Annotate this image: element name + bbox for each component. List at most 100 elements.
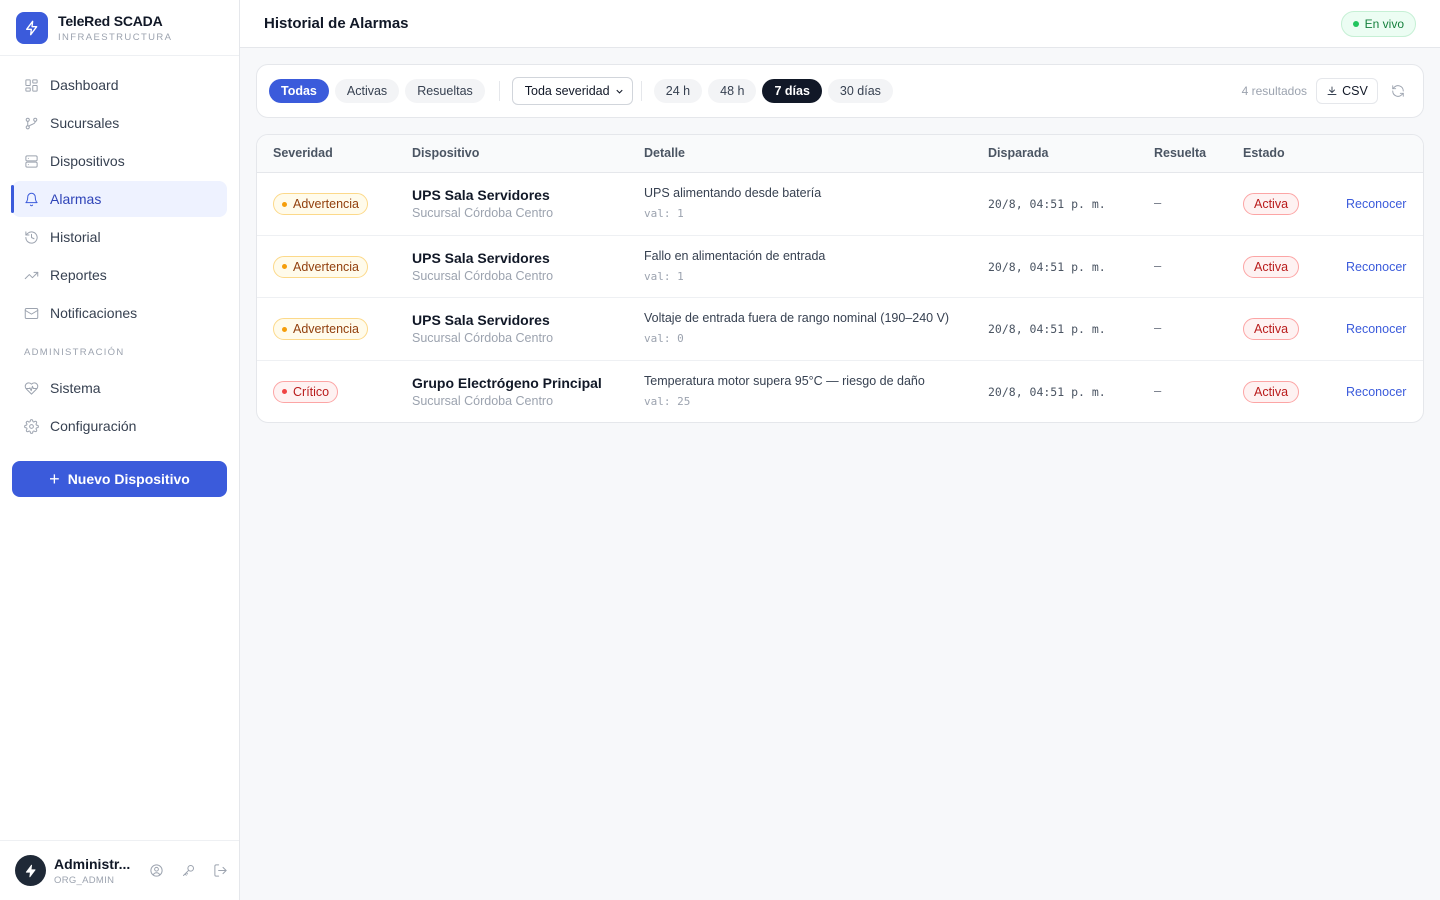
device-site: Sucursal Córdoba Centro [412, 268, 554, 283]
status-badge: Activa [1243, 318, 1300, 340]
table-row[interactable]: Advertencia UPS Sala Servidores Sucursal… [257, 173, 1423, 236]
new-device-label: Nuevo Dispositivo [67, 471, 190, 487]
avatar[interactable] [15, 855, 46, 886]
status-badge: Activa [1243, 193, 1300, 215]
table-row[interactable]: Advertencia UPS Sala Servidores Sucursal… [257, 298, 1423, 361]
column-header-severidad[interactable]: Severidad [273, 146, 333, 160]
bolt-icon [25, 864, 36, 877]
gear-icon [24, 418, 39, 434]
acknowledge-button[interactable]: Reconocer [1346, 260, 1406, 274]
filter-status-todas[interactable]: Todas [269, 79, 329, 103]
severity-dot-icon [282, 389, 287, 394]
new-device-button[interactable]: + Nuevo Dispositivo [12, 461, 227, 497]
acknowledge-button[interactable]: Reconocer [1346, 322, 1406, 336]
user-name: Administr... [54, 855, 131, 872]
profile-button[interactable] [140, 863, 172, 878]
device-site: Sucursal Córdoba Centro [412, 331, 554, 345]
sidebar-item-historial[interactable]: Historial [12, 219, 227, 255]
sidebar-item-sistema[interactable]: Sistema [12, 370, 227, 406]
acknowledge-button[interactable]: Reconocer [1346, 197, 1406, 211]
severity-dot-icon [282, 326, 287, 332]
sidebar-item-label: Reportes [50, 267, 107, 283]
severity-label: Advertencia [293, 322, 360, 336]
device-name: UPS Sala Servidores [412, 312, 550, 328]
mail-icon [24, 307, 39, 319]
results-count: 4 resultados [1241, 84, 1307, 98]
alarm-value: val: 25 [644, 394, 691, 408]
live-label: En vivo [1364, 17, 1404, 31]
sidebar-item-label: Dashboard [50, 77, 119, 93]
alarm-detail: Fallo en alimentación de entrada [644, 248, 826, 263]
bell-icon [25, 192, 38, 206]
filter-range-7d[interactable]: 7 días [762, 79, 822, 103]
severity-dot-icon [282, 264, 287, 269]
sidebar-item-label: Dispositivos [50, 153, 125, 169]
sidebar-item-label: Notificaciones [50, 305, 138, 321]
alarm-detail: UPS alimentando desde batería [644, 186, 822, 200]
trend-icon [24, 271, 39, 279]
triggered-time: 20/8, 04:51 p. m. [988, 259, 1106, 274]
csv-label: CSV [1342, 84, 1368, 98]
sidebar-item-configuracion[interactable]: Configuración [12, 408, 227, 444]
sidebar-item-dashboard[interactable]: Dashboard [12, 67, 227, 103]
sidebar-item-label: Alarmas [50, 191, 102, 207]
sidebar-item-notificaciones[interactable]: Notificaciones [12, 295, 227, 331]
live-status-badge: En vivo [1340, 11, 1416, 37]
severity-select-value: Toda severidad [524, 84, 610, 98]
table-row[interactable]: Advertencia UPS Sala Servidores Sucursal… [257, 236, 1423, 298]
csv-export-button[interactable]: CSV [1316, 78, 1378, 104]
table-header: Severidad Dispositivo Detalle Disparada … [257, 135, 1423, 173]
brand-subtitle: INFRAESTRUCTURA [58, 31, 173, 43]
filter-status-resueltas[interactable]: Resueltas [405, 79, 485, 103]
sidebar-item-sucursales[interactable]: Sucursales [12, 105, 227, 141]
column-header-estado[interactable]: Estado [1243, 146, 1285, 160]
triggered-time: 20/8, 04:51 p. m. [988, 384, 1106, 399]
device-site: Sucursal Córdoba Centro [412, 393, 554, 408]
triggered-time: 20/8, 04:51 p. m. [988, 197, 1106, 211]
top-bar: Historial de Alarmas En vivo [240, 0, 1440, 48]
logout-button[interactable] [204, 863, 236, 878]
filter-status-activas[interactable]: Activas [334, 79, 400, 103]
alarm-value: val: 1 [644, 207, 684, 220]
refresh-button[interactable] [1391, 84, 1405, 98]
severity-dot-icon [282, 201, 287, 207]
server-icon [25, 154, 38, 168]
download-icon [1327, 86, 1337, 95]
resolved-time: – [1154, 195, 1162, 210]
sidebar-item-reportes[interactable]: Reportes [12, 257, 227, 293]
column-header-dispositivo[interactable]: Dispositivo [412, 146, 479, 160]
resolved-time: – [1154, 320, 1162, 335]
sidebar-item-label: Sucursales [50, 115, 120, 131]
sidebar-item-label: Sistema [50, 380, 101, 396]
filter-range-48h[interactable]: 48 h [708, 79, 757, 103]
filter-range-24h[interactable]: 24 h [653, 79, 703, 103]
device-site: Sucursal Córdoba Centro [412, 206, 554, 220]
status-badge: Activa [1243, 380, 1300, 403]
sidebar-item-dispositivos[interactable]: Dispositivos [12, 143, 227, 179]
severity-select[interactable]: Toda severidad [511, 77, 633, 105]
filter-bar: Todas Activas Resueltas Toda severidad 2… [256, 64, 1424, 118]
severity-badge: Advertencia [273, 255, 369, 278]
admin-section-title: ADMINISTRACIÓN [24, 347, 125, 358]
acknowledge-button[interactable]: Reconocer [1346, 385, 1406, 399]
resolved-time: – [1154, 257, 1162, 273]
alarms-table: Severidad Dispositivo Detalle Disparada … [256, 134, 1424, 423]
column-header-resuelta[interactable]: Resuelta [1154, 146, 1206, 160]
severity-label: Advertencia [293, 197, 360, 211]
sidebar-item-alarmas[interactable]: Alarmas [11, 181, 227, 217]
column-header-detalle[interactable]: Detalle [644, 146, 685, 160]
alarm-value: val: 1 [644, 269, 684, 283]
sidebar-item-label: Configuración [50, 418, 137, 434]
chevron-down-icon [616, 89, 623, 94]
sidebar-item-label: Historial [50, 229, 101, 245]
change-password-button[interactable] [172, 863, 204, 878]
bolt-logo-icon [16, 11, 48, 44]
column-header-disparada[interactable]: Disparada [988, 146, 1048, 160]
device-name: Grupo Electrógeno Principal [412, 374, 602, 391]
status-badge: Activa [1243, 255, 1300, 278]
alarm-detail: Temperatura motor supera 95°C — riesgo d… [644, 373, 925, 388]
device-name: UPS Sala Servidores [412, 187, 550, 203]
table-row[interactable]: Crítico Grupo Electrógeno Principal Sucu… [257, 361, 1423, 423]
filter-range-30d[interactable]: 30 días [827, 79, 893, 103]
logout-icon [213, 864, 227, 877]
